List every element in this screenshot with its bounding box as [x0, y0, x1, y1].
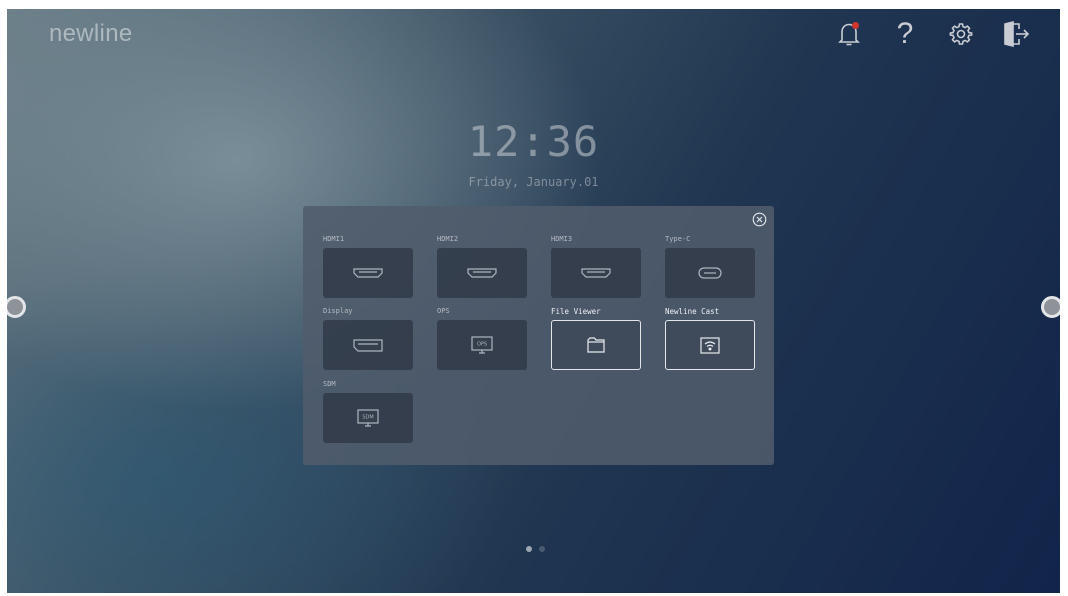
- input-source-panel: HDMI1 HDMI2 HDMI3 Type-C Display OPS OPS…: [303, 206, 774, 465]
- sdm-icon-text: SDM: [362, 415, 373, 421]
- hdmi-port-icon: [581, 268, 611, 278]
- source-display-button[interactable]: [323, 320, 413, 370]
- source-display: Display: [323, 307, 413, 370]
- top-toolbar: ?: [831, 19, 1035, 49]
- sdm-monitor-icon: SDM: [357, 409, 379, 427]
- source-label: Type-C: [665, 235, 691, 243]
- ops-icon-text: OPS: [477, 342, 487, 348]
- displayport-icon: [353, 338, 383, 352]
- source-type-c-button[interactable]: [665, 248, 755, 298]
- source-sdm-button[interactable]: SDM: [323, 393, 413, 443]
- notification-bell-icon[interactable]: [831, 19, 867, 49]
- desktop-screen: newline ? 12:36 Friday, January.01 HDMI1…: [7, 9, 1060, 593]
- source-ops-button[interactable]: OPS: [437, 320, 527, 370]
- source-newline-cast-button[interactable]: [665, 320, 755, 370]
- source-ops: OPS OPS: [437, 307, 527, 370]
- page-indicator: [526, 546, 545, 552]
- page-dot[interactable]: [526, 546, 532, 552]
- clock-date: Friday, January.01: [468, 175, 599, 189]
- help-glyph: ?: [896, 17, 914, 50]
- ops-monitor-icon: OPS: [471, 336, 493, 354]
- source-hdmi1: HDMI1: [323, 235, 413, 298]
- hdmi-port-icon: [353, 268, 383, 278]
- source-label: SDM: [323, 380, 336, 388]
- source-label: HDMI3: [551, 235, 573, 243]
- close-icon[interactable]: [752, 212, 767, 227]
- right-side-handle[interactable]: [1041, 296, 1060, 318]
- source-type-c: Type-C: [665, 235, 755, 298]
- usb-c-port-icon: [698, 267, 722, 279]
- source-label: File Viewer: [551, 307, 601, 316]
- source-sdm: SDM SDM: [323, 380, 413, 443]
- source-hdmi2: HDMI2: [437, 235, 527, 298]
- newline-logo: newline: [49, 20, 133, 47]
- source-label: Display: [323, 307, 353, 315]
- notification-dot: [852, 22, 859, 29]
- cast-screen-icon: [700, 336, 720, 354]
- source-label: OPS: [437, 307, 450, 315]
- settings-gear-icon[interactable]: [943, 19, 979, 49]
- source-newline-cast: Newline Cast: [665, 307, 755, 370]
- left-side-handle[interactable]: [7, 296, 26, 318]
- exit-door-icon[interactable]: [999, 19, 1035, 49]
- source-label: HDMI1: [323, 235, 345, 243]
- source-hdmi3-button[interactable]: [551, 248, 641, 298]
- source-label: Newline Cast: [665, 307, 720, 316]
- page-dot[interactable]: [539, 546, 545, 552]
- source-hdmi1-button[interactable]: [323, 248, 413, 298]
- folder-icon: [587, 337, 605, 353]
- source-label: HDMI2: [437, 235, 459, 243]
- source-hdmi3: HDMI3: [551, 235, 641, 298]
- help-icon[interactable]: ?: [887, 19, 923, 49]
- clock-time: 12:36: [467, 117, 600, 166]
- source-hdmi2-button[interactable]: [437, 248, 527, 298]
- source-file-viewer: File Viewer: [551, 307, 641, 370]
- hdmi-port-icon: [467, 268, 497, 278]
- source-file-viewer-button[interactable]: [551, 320, 641, 370]
